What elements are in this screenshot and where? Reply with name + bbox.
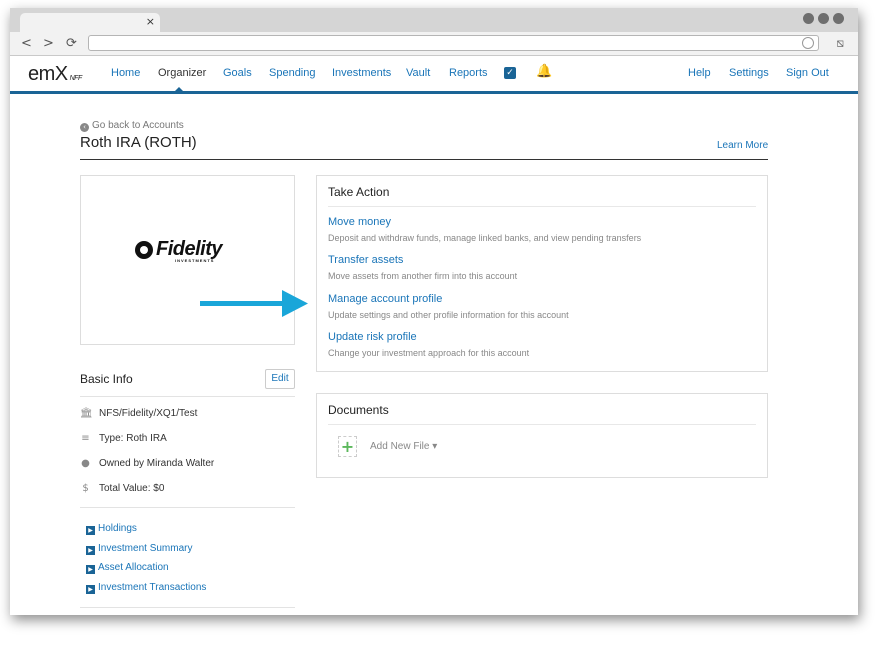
investment-transactions-label: Investment Transactions (98, 582, 207, 593)
browser-tab[interactable]: × (20, 13, 160, 32)
nav-goals[interactable]: Goals (223, 67, 252, 79)
total-value-text: Total Value: $0 (99, 483, 165, 494)
documents-title: Documents (328, 403, 389, 417)
play-square-icon: ▶ (86, 546, 95, 555)
browser-titlebar: × (10, 8, 858, 32)
manage-account-profile-desc: Update settings and other profile inform… (328, 310, 569, 320)
browser-window: × < > ⟳ ⧅ emX NFF Home Organizer Goals Sp… (10, 8, 858, 615)
app-navbar: emX NFF Home Organizer Goals Spending Inv… (10, 56, 858, 94)
circle-arrow-left-icon: ‹ (80, 123, 89, 132)
emx-logo[interactable]: emX NFF (28, 63, 82, 86)
bank-icon: 🏛 (80, 408, 93, 419)
investment-summary-link[interactable]: ▶ Investment Summary (86, 543, 192, 555)
asset-allocation-label: Asset Allocation (98, 562, 169, 573)
extension-icon[interactable]: ⧅ (836, 36, 844, 51)
logo-subtext: NFF (69, 75, 83, 82)
basic-info-divider (80, 396, 295, 397)
window-close-icon[interactable] (833, 13, 844, 24)
add-file-plus-icon[interactable]: + (338, 436, 357, 457)
basic-info-title: Basic Info (80, 372, 133, 386)
transfer-assets-link[interactable]: Transfer assets (328, 254, 403, 266)
user-icon: ● (81, 458, 90, 469)
holdings-label: Holdings (98, 523, 137, 534)
annotation-arrow-icon (200, 290, 308, 317)
documents-panel: Documents + Add New File ▾ (316, 393, 768, 478)
investment-summary-label: Investment Summary (98, 543, 193, 554)
take-action-divider (328, 206, 756, 207)
browser-toolbar: < > ⟳ ⧅ (10, 32, 858, 56)
reload-icon[interactable]: ⟳ (63, 36, 80, 53)
nav-sign-out[interactable]: Sign Out (786, 67, 829, 79)
play-square-icon: ▶ (86, 565, 95, 574)
learn-more-link[interactable]: Learn More (717, 140, 768, 151)
fidelity-emblem-icon (135, 240, 153, 259)
tab-close-icon[interactable]: × (146, 15, 155, 28)
globe-icon (802, 37, 814, 49)
take-action-title: Take Action (328, 185, 390, 199)
back-link-label: Go back to Accounts (92, 120, 184, 131)
fidelity-subtext: INVESTMENTS (175, 258, 215, 263)
fidelity-logo: Fidelity INVESTMENTS (135, 238, 223, 263)
take-action-panel: Take Action Move money Deposit and withd… (316, 175, 768, 372)
nav-organizer[interactable]: Organizer (158, 67, 206, 79)
window-minimize-icon[interactable] (803, 13, 814, 24)
nav-help[interactable]: Help (688, 67, 711, 79)
account-type-text: Type: Roth IRA (99, 433, 167, 444)
nav-reports[interactable]: Reports (449, 67, 488, 79)
nav-vault[interactable]: Vault (406, 67, 430, 79)
add-new-file-label: Add New File (370, 441, 430, 452)
account-type-row: ≡ Type: Roth IRA (80, 433, 167, 444)
caret-down-icon: ▾ (432, 441, 438, 452)
update-risk-profile-desc: Change your investment approach for this… (328, 348, 530, 358)
owner-row: ● Owned by Miranda Walter (80, 458, 214, 469)
tasks-check-icon[interactable]: ✓ (504, 67, 516, 79)
owner-text: Owned by Miranda Walter (99, 458, 215, 469)
manage-account-profile-link[interactable]: Manage account profile (328, 293, 442, 305)
window-controls (803, 13, 844, 24)
play-square-icon: ▶ (86, 526, 95, 535)
holdings-link[interactable]: ▶ Holdings (86, 523, 137, 535)
add-new-file-dropdown[interactable]: Add New File ▾ (370, 441, 437, 452)
dollar-icon: $ (82, 483, 89, 494)
asset-allocation-link[interactable]: ▶ Asset Allocation (86, 562, 169, 574)
update-risk-profile-link[interactable]: Update risk profile (328, 331, 417, 343)
title-divider (80, 159, 768, 160)
back-arrow-icon[interactable]: < (18, 36, 35, 53)
nav-investments[interactable]: Investments (332, 67, 391, 79)
move-money-link[interactable]: Move money (328, 216, 391, 228)
back-to-accounts-link[interactable]: ‹ Go back to Accounts (80, 120, 184, 132)
links-divider-bottom (80, 607, 295, 608)
window-maximize-icon[interactable] (818, 13, 829, 24)
institution-row: 🏛 NFS/Fidelity/XQ1/Test (80, 408, 197, 419)
logo-text: emX (28, 63, 68, 85)
institution-logo-card: Fidelity INVESTMENTS (80, 175, 295, 345)
forward-arrow-icon[interactable]: > (40, 36, 57, 53)
active-nav-caret (173, 87, 185, 93)
nav-spending[interactable]: Spending (269, 67, 316, 79)
documents-divider (328, 424, 756, 425)
page-title: Roth IRA (ROTH) (80, 134, 197, 151)
url-input[interactable] (88, 35, 819, 51)
bell-icon[interactable]: 🔔 (536, 64, 552, 79)
transfer-assets-desc: Move assets from another firm into this … (328, 271, 518, 281)
institution-text: NFS/Fidelity/XQ1/Test (99, 408, 198, 419)
total-value-row: $ Total Value: $0 (80, 483, 164, 494)
nav-home[interactable]: Home (111, 67, 140, 79)
edit-basic-info-button[interactable]: Edit (265, 369, 295, 389)
move-money-desc: Deposit and withdraw funds, manage linke… (328, 233, 642, 243)
links-divider-top (80, 507, 295, 508)
list-icon: ≡ (81, 433, 90, 444)
play-square-icon: ▶ (86, 585, 95, 594)
investment-transactions-link[interactable]: ▶ Investment Transactions (86, 582, 206, 594)
nav-settings[interactable]: Settings (729, 67, 769, 79)
